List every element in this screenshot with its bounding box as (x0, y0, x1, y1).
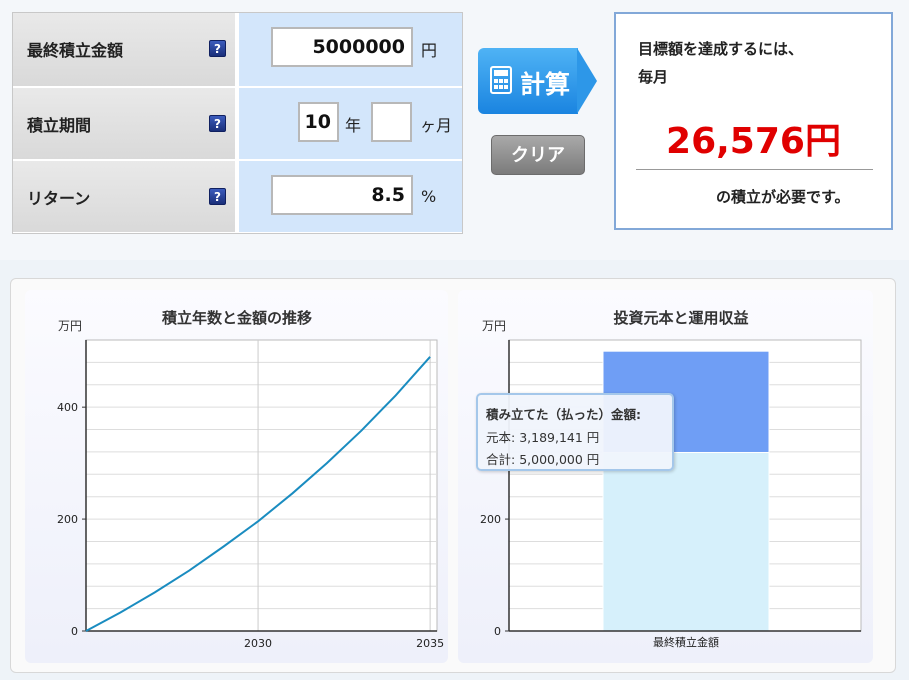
x-category-label: 最終積立金額 (653, 635, 719, 649)
tooltip-total: 合計: 5,000,000 円 (486, 449, 599, 468)
charts-svg: 2030 2035 0 200 400 積立年数と金額の推移万円 0 200 最終積立金額 投資… (57, 309, 862, 650)
x-tick-label: 2035 (416, 637, 444, 650)
tooltip-principal: 元本: 3,189,141 円 (486, 427, 599, 446)
y-tick-label: 200 (480, 513, 501, 526)
tooltip-principal-value: 3,189,141 円 (519, 430, 600, 445)
y-tick-label: 0 (494, 625, 501, 638)
chart-title: 積立年数と金額の推移 (161, 309, 312, 327)
tooltip-total-value: 5,000,000 円 (519, 452, 600, 467)
line-chart: 2030 2035 0 200 400 積立年数と金額の推移万円 (57, 309, 444, 650)
tooltip-total-label: 合計: (486, 452, 516, 467)
y-tick-label: 200 (57, 513, 78, 526)
x-tick-label: 2030 (244, 637, 272, 650)
bar-chart: 0 200 最終積立金額 投資元本と運用収益万円 (480, 309, 862, 649)
chart-tooltip: 積み立てた（払った）金額: 元本: 3,189,141 円 合計: 5,000,… (476, 393, 674, 471)
y-tick-label: 400 (57, 401, 78, 414)
tooltip-title: 積み立てた（払った）金額: (486, 407, 641, 422)
bar-principal (602, 451, 770, 632)
y-tick-label: 0 (71, 625, 78, 638)
y-axis-unit: 万円 (482, 319, 506, 333)
chart-title: 投資元本と運用収益 (613, 309, 748, 327)
y-axis-unit: 万円 (58, 319, 82, 333)
tooltip-principal-label: 元本: (486, 430, 516, 445)
plot-area (85, 339, 438, 632)
